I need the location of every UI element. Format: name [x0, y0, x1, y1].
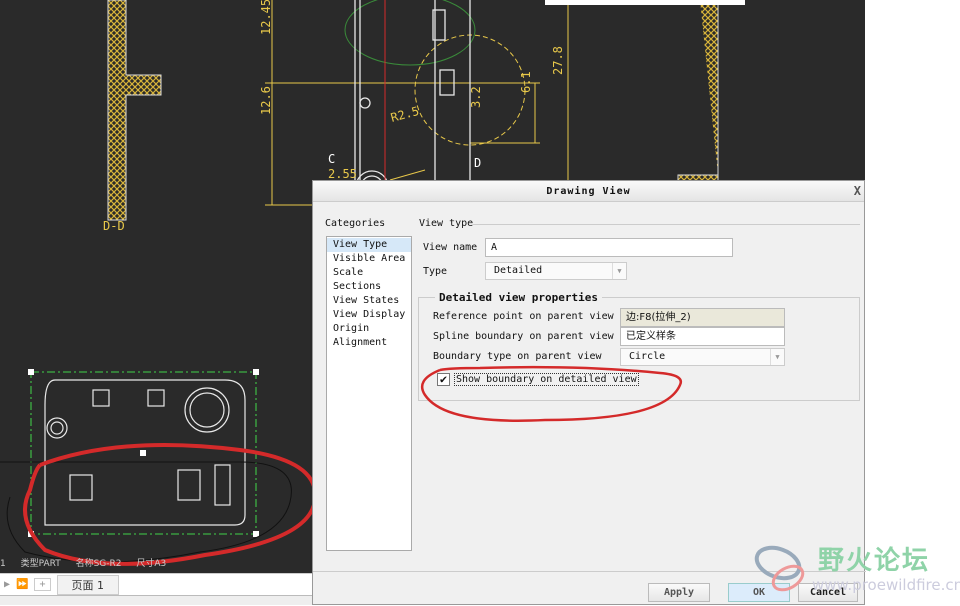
divider [473, 224, 860, 225]
dim-255: 2.55 [328, 167, 357, 181]
section-label-c: C [328, 152, 335, 166]
dim-1245: 12.45 [259, 0, 273, 35]
categories-label: Categories [325, 218, 386, 229]
page-bar: ▶ ⏩ + 页面 1 [0, 573, 312, 595]
add-page-button[interactable]: + [34, 578, 51, 591]
category-sections[interactable]: Sections [327, 280, 411, 294]
watermark-name: 野火论坛 [818, 546, 931, 576]
category-view-type[interactable]: View Type [327, 238, 411, 252]
type-select[interactable]: Detailed ▼ [485, 262, 627, 280]
chevron-down-icon[interactable]: ▼ [612, 263, 626, 279]
model-status: 1 类型PART 名称SG-R2 尺寸A3 [0, 556, 312, 569]
dim-61: 6.1 [519, 71, 533, 93]
boundary-type-label: Boundary type on parent view [433, 351, 602, 362]
ref-point-field[interactable]: 边:F8(拉伸_2) [620, 308, 785, 327]
type-label: Type [423, 266, 448, 277]
boundary-type-value: Circle [629, 351, 666, 362]
category-alignment[interactable]: Alignment [327, 336, 411, 350]
status-type: 类型PART [20, 559, 61, 569]
show-boundary-label[interactable]: Show boundary on detailed view [454, 373, 639, 386]
status-item: 1 [0, 559, 6, 569]
type-value: Detailed [494, 265, 543, 276]
view-name-label: View name [423, 242, 478, 253]
chevron-down-icon[interactable]: ▼ [770, 349, 784, 365]
watermark-url: www.proewildfire.cn [812, 576, 960, 594]
view-name-input[interactable]: A [485, 238, 733, 257]
annotation-circle-detail [23, 443, 318, 566]
play-icon[interactable]: ▶ [4, 579, 10, 590]
status-size: 尺寸A3 [136, 559, 167, 569]
dim-32: 3.2 [469, 86, 483, 108]
section-label-dd: D-D [103, 219, 125, 233]
group-title: Detailed view properties [435, 291, 602, 304]
status-name: 名称SG-R2 [75, 559, 122, 569]
bottom-strip [0, 595, 312, 605]
fast-forward-icon[interactable]: ⏩ [16, 579, 28, 590]
boundary-type-select[interactable]: Circle ▼ [620, 348, 785, 366]
category-origin[interactable]: Origin [327, 322, 411, 336]
section-view-left [107, 0, 162, 221]
close-icon[interactable]: X [854, 184, 861, 198]
page-tab-1[interactable]: 页面 1 [56, 574, 120, 595]
dialog-title: Drawing View [313, 181, 864, 202]
dim-126: 12.6 [259, 86, 273, 115]
dim-r25: R2.5 [389, 104, 421, 125]
view-type-heading: View type [419, 218, 474, 229]
section-label-d: D [474, 156, 481, 170]
category-view-display[interactable]: View Display [327, 308, 411, 322]
detailed-view-a [28, 369, 259, 537]
category-visible-area[interactable]: Visible Area [327, 252, 411, 266]
category-scale[interactable]: Scale [327, 266, 411, 280]
spline-boundary-label: Spline boundary on parent view [433, 331, 614, 342]
categories-list: View Type Visible Area Scale Sections Vi… [326, 236, 412, 551]
dim-278: 27.8 [551, 46, 565, 75]
ref-point-label: Reference point on parent view [433, 311, 614, 322]
show-boundary-checkbox[interactable]: ✔ [437, 373, 450, 386]
category-view-states[interactable]: View States [327, 294, 411, 308]
watermark: 野火论坛 www.proewildfire.cn [750, 538, 960, 605]
spline-boundary-field[interactable]: 已定义样条 [620, 327, 785, 346]
apply-button[interactable]: Apply [648, 583, 710, 602]
watermark-logo-icon [754, 545, 805, 592]
